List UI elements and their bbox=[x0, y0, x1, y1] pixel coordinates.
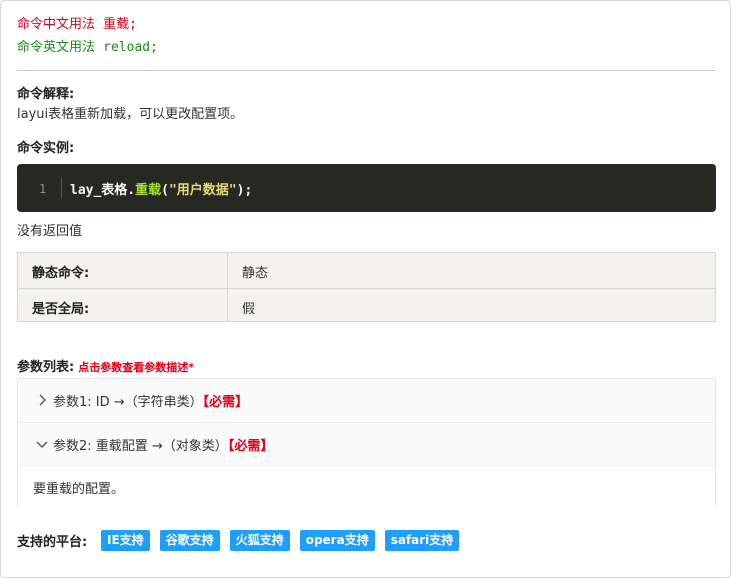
param-item-2[interactable]: 参数2: 重载配置 →（对象类）【必需】 bbox=[18, 422, 715, 465]
command-cn-usage: 命令中文用法 重载; bbox=[17, 15, 137, 35]
badge-ie: IE支持 bbox=[101, 530, 150, 551]
code-paren-open: ( bbox=[161, 183, 169, 198]
property-key: 是否全局: bbox=[32, 302, 90, 317]
property-value: 假 bbox=[242, 302, 256, 317]
property-key: 静态命令: bbox=[32, 266, 90, 281]
platforms-title: 支持的平台: bbox=[17, 535, 88, 550]
code-paren-close: ); bbox=[236, 183, 253, 198]
command-cn-label: 命令中文用法 bbox=[17, 17, 96, 32]
platform-badges: IE支持 谷歌支持 火狐支持 opera支持 safari支持 bbox=[101, 530, 469, 551]
properties-table: 静态命令: 静态 是否全局: 假 bbox=[17, 252, 716, 322]
command-cn-value: 重载; bbox=[103, 17, 137, 32]
example-title: 命令实例: bbox=[17, 141, 75, 156]
property-value: 静态 bbox=[242, 266, 269, 281]
divider bbox=[17, 70, 716, 71]
param-item-label: 参数1: ID →（字符串类）【必需】 bbox=[53, 391, 248, 410]
command-en-label: 命令英文用法 bbox=[17, 40, 96, 55]
param-item-label: 参数2: 重载配置 →（对象类）【必需】 bbox=[53, 435, 273, 454]
params-title: 参数列表: bbox=[17, 360, 75, 375]
code-string: "用户数据" bbox=[168, 183, 237, 198]
gutter-divider bbox=[61, 177, 62, 199]
param-description: 要重载的配置。 bbox=[33, 482, 125, 497]
return-text: 没有返回值 bbox=[17, 224, 83, 239]
params-heading: 参数列表: 点击参数查看参数描述* bbox=[17, 356, 194, 375]
required-tag: 【必需】 bbox=[202, 395, 249, 410]
command-doc-panel: 命令中文用法 重载; 命令英文用法 reload; 命令解释: layui表格重… bbox=[0, 0, 731, 578]
chevron-right-icon bbox=[39, 394, 46, 406]
table-row: 静态命令: 静态 bbox=[18, 253, 715, 287]
explain-title: 命令解释: bbox=[17, 87, 75, 102]
badge-firefox: 火狐支持 bbox=[229, 530, 290, 551]
table-row: 是否全局: 假 bbox=[18, 288, 715, 323]
code-object: lay_表格. bbox=[70, 183, 136, 198]
badge-chrome: 谷歌支持 bbox=[159, 530, 220, 551]
required-tag: 【必需】 bbox=[227, 439, 274, 454]
param-item-2-body: 要重载的配置。 bbox=[18, 465, 715, 508]
param-item-1[interactable]: 参数1: ID →（字符串类）【必需】 bbox=[18, 379, 715, 421]
params-note: 点击参数查看参数描述* bbox=[78, 361, 194, 374]
chevron-down-icon bbox=[36, 441, 48, 448]
line-number: 1 bbox=[39, 182, 47, 196]
code-function: 重载 bbox=[135, 183, 162, 198]
code-line: lay_表格.重载("用户数据"); bbox=[70, 179, 252, 198]
param-label: 参数2: 重载配置 →（对象类） bbox=[53, 439, 228, 454]
code-block: 1 lay_表格.重载("用户数据"); bbox=[17, 164, 716, 212]
badge-opera: opera支持 bbox=[299, 530, 375, 551]
params-collapse: 参数1: ID →（字符串类）【必需】 参数2: 重载配置 →（对象类）【必需】… bbox=[17, 378, 716, 508]
badge-safari: safari支持 bbox=[384, 530, 460, 551]
command-en-value: reload; bbox=[103, 40, 158, 55]
explain-text: layui表格重新加载，可以更改配置项。 bbox=[17, 107, 244, 122]
param-label: 参数1: ID →（字符串类） bbox=[53, 395, 203, 410]
command-en-usage: 命令英文用法 reload; bbox=[17, 38, 158, 58]
